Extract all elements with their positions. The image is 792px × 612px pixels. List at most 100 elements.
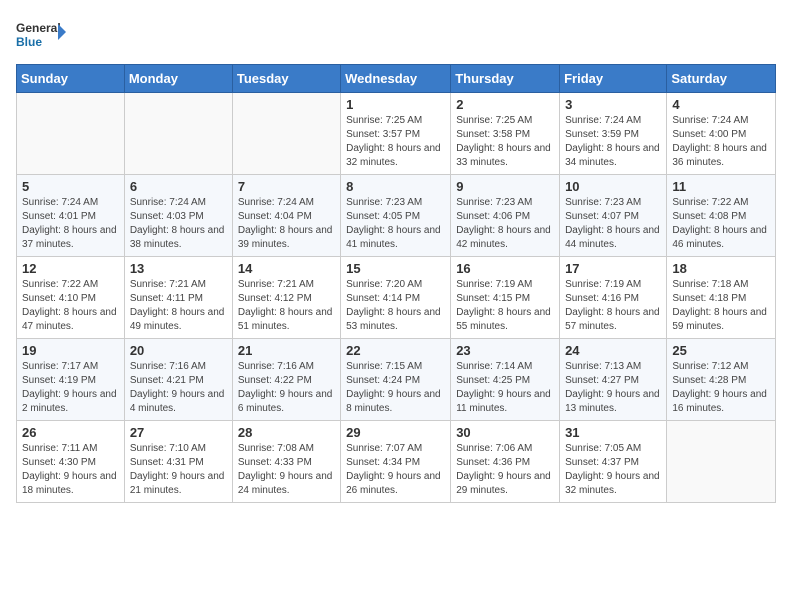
day-cell: 21 Sunrise: 7:16 AMSunset: 4:22 PMDayligh… — [232, 339, 340, 421]
day-cell: 26Sunrise: 7:11 AMSunset: 4:30 PMDayligh… — [17, 421, 125, 503]
day-header-row: SundayMondayTuesdayWednesdayThursdayFrid… — [17, 65, 776, 93]
header: General Blue — [16, 16, 776, 56]
day-info: Sunrise: 7:06 AMSunset: 4:36 PMDaylight:… — [456, 442, 554, 498]
day-info: Sunrise: 7:05 AMSunset: 4:37 PMDaylight:… — [565, 442, 661, 498]
logo-graphic: General Blue — [16, 16, 66, 56]
day-cell: 4 Sunrise: 7:24 AMSunset: 4:00 PMDaylight… — [667, 93, 776, 175]
day-cell: 17 Sunrise: 7:19 AMSunset: 4:16 PMDayligh… — [560, 257, 667, 339]
day-info: Sunrise: 7:08 AMSunset: 4:33 PMDaylight:… — [238, 442, 335, 498]
day-cell: 11 Sunrise: 7:22 AMSunset: 4:08 PMDayligh… — [667, 175, 776, 257]
day-number: 28 — [238, 425, 335, 440]
day-cell: 27 Sunrise: 7:10 AMSunset: 4:31 PMDayligh… — [124, 421, 232, 503]
day-cell: 12 Sunrise: 7:22 AMSunset: 4:10 PMDayligh… — [17, 257, 125, 339]
day-number: 29 — [346, 425, 445, 440]
day-cell: 29 Sunrise: 7:07 AMSunset: 4:34 PMDayligh… — [341, 421, 451, 503]
day-info: Sunrise: 7:07 AMSunset: 4:34 PMDaylight:… — [346, 442, 445, 498]
day-number: 17 — [565, 261, 661, 276]
svg-text:General: General — [16, 21, 61, 35]
day-number: 2 — [456, 97, 554, 112]
day-info: Sunrise: 7:24 AMSunset: 4:03 PMDaylight:… — [130, 196, 227, 252]
day-number: 4 — [672, 97, 770, 112]
day-info: Sunrise: 7:25 AMSunset: 3:57 PMDaylight:… — [346, 114, 445, 170]
week-row-2: 5Sunrise: 7:24 AMSunset: 4:01 PMDaylight… — [17, 175, 776, 257]
day-info: Sunrise: 7:21 AMSunset: 4:12 PMDaylight:… — [238, 278, 335, 334]
day-cell: 30 Sunrise: 7:06 AMSunset: 4:36 PMDayligh… — [451, 421, 560, 503]
day-cell: 19 Sunrise: 7:17 AMSunset: 4:19 PMDayligh… — [17, 339, 125, 421]
day-number: 23 — [456, 343, 554, 358]
day-number: 25 — [672, 343, 770, 358]
day-info: Sunrise: 7:23 AMSunset: 4:06 PMDaylight:… — [456, 196, 554, 252]
day-number: 8 — [346, 179, 445, 194]
day-number: 13 — [130, 261, 227, 276]
day-info: Sunrise: 7:16 AMSunset: 4:21 PMDaylight:… — [130, 360, 227, 416]
day-cell: 9 Sunrise: 7:23 AMSunset: 4:06 PMDaylight… — [451, 175, 560, 257]
day-info: Sunrise: 7:24 AMSunset: 4:04 PMDaylight:… — [238, 196, 335, 252]
day-cell: 7 Sunrise: 7:24 AMSunset: 4:04 PMDaylight… — [232, 175, 340, 257]
day-cell: 2Sunrise: 7:25 AMSunset: 3:58 PMDaylight… — [451, 93, 560, 175]
day-info: Sunrise: 7:22 AMSunset: 4:10 PMDaylight:… — [22, 278, 119, 334]
day-info: Sunrise: 7:17 AMSunset: 4:19 PMDaylight:… — [22, 360, 119, 416]
day-info: Sunrise: 7:19 AMSunset: 4:16 PMDaylight:… — [565, 278, 661, 334]
day-header-friday: Friday — [560, 65, 667, 93]
day-cell: 16 Sunrise: 7:19 AMSunset: 4:15 PMDayligh… — [451, 257, 560, 339]
day-cell: 6 Sunrise: 7:24 AMSunset: 4:03 PMDaylight… — [124, 175, 232, 257]
day-cell: 5Sunrise: 7:24 AMSunset: 4:01 PMDaylight… — [17, 175, 125, 257]
day-info: Sunrise: 7:18 AMSunset: 4:18 PMDaylight:… — [672, 278, 770, 334]
week-row-3: 12 Sunrise: 7:22 AMSunset: 4:10 PMDayligh… — [17, 257, 776, 339]
day-cell: 14Sunrise: 7:21 AMSunset: 4:12 PMDayligh… — [232, 257, 340, 339]
day-number: 3 — [565, 97, 661, 112]
day-cell: 15Sunrise: 7:20 AMSunset: 4:14 PMDayligh… — [341, 257, 451, 339]
day-cell — [17, 93, 125, 175]
day-number: 15 — [346, 261, 445, 276]
day-number: 31 — [565, 425, 661, 440]
day-cell: 10 Sunrise: 7:23 AMSunset: 4:07 PMDayligh… — [560, 175, 667, 257]
day-info: Sunrise: 7:24 AMSunset: 3:59 PMDaylight:… — [565, 114, 661, 170]
day-number: 24 — [565, 343, 661, 358]
day-info: Sunrise: 7:22 AMSunset: 4:08 PMDaylight:… — [672, 196, 770, 252]
day-number: 26 — [22, 425, 119, 440]
day-info: Sunrise: 7:19 AMSunset: 4:15 PMDaylight:… — [456, 278, 554, 334]
day-cell: 25 Sunrise: 7:12 AMSunset: 4:28 PMDayligh… — [667, 339, 776, 421]
day-number: 21 — [238, 343, 335, 358]
day-number: 1 — [346, 97, 445, 112]
day-cell: 31 Sunrise: 7:05 AMSunset: 4:37 PMDayligh… — [560, 421, 667, 503]
day-number: 27 — [130, 425, 227, 440]
day-cell: 20 Sunrise: 7:16 AMSunset: 4:21 PMDayligh… — [124, 339, 232, 421]
day-cell: 1 Sunrise: 7:25 AMSunset: 3:57 PMDaylight… — [341, 93, 451, 175]
day-header-sunday: Sunday — [17, 65, 125, 93]
week-row-1: 1 Sunrise: 7:25 AMSunset: 3:57 PMDaylight… — [17, 93, 776, 175]
day-info: Sunrise: 7:14 AMSunset: 4:25 PMDaylight:… — [456, 360, 554, 416]
day-cell: 23 Sunrise: 7:14 AMSunset: 4:25 PMDayligh… — [451, 339, 560, 421]
day-info: Sunrise: 7:10 AMSunset: 4:31 PMDaylight:… — [130, 442, 227, 498]
day-info: Sunrise: 7:15 AMSunset: 4:24 PMDaylight:… — [346, 360, 445, 416]
day-number: 20 — [130, 343, 227, 358]
week-row-4: 19 Sunrise: 7:17 AMSunset: 4:19 PMDayligh… — [17, 339, 776, 421]
day-info: Sunrise: 7:12 AMSunset: 4:28 PMDaylight:… — [672, 360, 770, 416]
day-info: Sunrise: 7:21 AMSunset: 4:11 PMDaylight:… — [130, 278, 227, 334]
day-cell: 28 Sunrise: 7:08 AMSunset: 4:33 PMDayligh… — [232, 421, 340, 503]
day-info: Sunrise: 7:23 AMSunset: 4:07 PMDaylight:… — [565, 196, 661, 252]
day-number: 30 — [456, 425, 554, 440]
page: General Blue SundayMondayTuesdayWednesda… — [0, 0, 792, 519]
day-number: 6 — [130, 179, 227, 194]
day-number: 22 — [346, 343, 445, 358]
day-number: 11 — [672, 179, 770, 194]
day-header-monday: Monday — [124, 65, 232, 93]
day-number: 16 — [456, 261, 554, 276]
day-number: 12 — [22, 261, 119, 276]
day-header-wednesday: Wednesday — [341, 65, 451, 93]
day-number: 10 — [565, 179, 661, 194]
day-cell: 22 Sunrise: 7:15 AMSunset: 4:24 PMDayligh… — [341, 339, 451, 421]
day-number: 19 — [22, 343, 119, 358]
day-info: Sunrise: 7:13 AMSunset: 4:27 PMDaylight:… — [565, 360, 661, 416]
day-info: Sunrise: 7:24 AMSunset: 4:00 PMDaylight:… — [672, 114, 770, 170]
day-cell: 18Sunrise: 7:18 AMSunset: 4:18 PMDayligh… — [667, 257, 776, 339]
day-info: Sunrise: 7:16 AMSunset: 4:22 PMDaylight:… — [238, 360, 335, 416]
logo: General Blue — [16, 16, 66, 56]
day-cell — [124, 93, 232, 175]
day-info: Sunrise: 7:23 AMSunset: 4:05 PMDaylight:… — [346, 196, 445, 252]
day-number: 7 — [238, 179, 335, 194]
day-number: 9 — [456, 179, 554, 194]
day-cell: 13 Sunrise: 7:21 AMSunset: 4:11 PMDayligh… — [124, 257, 232, 339]
day-number: 5 — [22, 179, 119, 194]
